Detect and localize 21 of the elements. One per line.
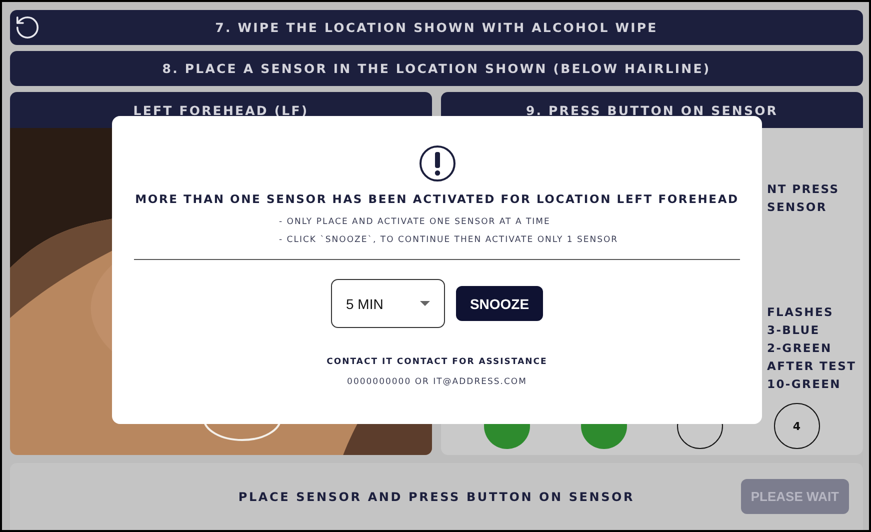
dialog-text: - CLICK `SNOOZE`, TO CONTINUE THEN ACTIVATE ONLY 1 SENSOR [279,235,618,245]
duration-select[interactable]: 5 MIN [331,279,445,328]
status-text: 2-GREEN [767,340,833,357]
reset-icon[interactable] [14,14,41,41]
status-text: FLASHES [767,304,835,321]
footer-message: PLACE SENSOR AND PRESS BUTTON ON SENSOR [238,490,635,504]
instruction-text: SENSOR [767,199,828,216]
contact-details: 0000000000 OR IT@ADDRESS.COM [347,377,527,387]
warning-icon [418,145,456,182]
snooze-button[interactable]: SNOOZE [456,286,543,321]
dialog-text: - ONLY PLACE AND ACTIVATE ONE SENSOR AT A TIME [279,217,552,227]
instruction-text: NT PRESS [767,181,840,198]
contact-title: CONTACT IT CONTACT FOR ASSISTANCE [326,357,548,367]
step-title: 7. WIPE THE LOCATION SHOWN WITH ALCOHOL WIPE [215,20,658,35]
dialog-title: MORE THAN ONE SENSOR HAS BEEN ACTIVATED FOR LOCATION LEFT FOREHEAD [135,192,739,206]
status-text: 3-BLUE [767,322,821,339]
step-indicator: 4 [774,403,820,449]
status-text: AFTER TEST [767,358,858,375]
status-text: 10-GREEN [767,376,842,393]
step-title: 8. PLACE A SENSOR IN THE LOCATION SHOWN (BELOW HAIRLINE) [162,61,711,76]
caret-icon [420,301,430,306]
